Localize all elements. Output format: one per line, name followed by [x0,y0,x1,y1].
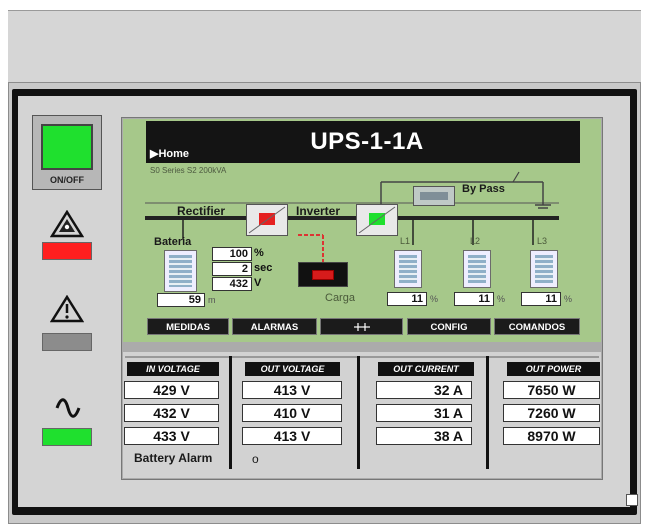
out-voltage-l1: 413 V [242,381,342,399]
diagram-icon [353,323,370,331]
battery-gauge [164,250,197,292]
battery-percent-unit: % [254,247,264,259]
on-off-button[interactable]: ON/OFF [32,115,102,190]
phase-l3-load-value: 11 [521,292,561,306]
rectifier-block[interactable] [246,204,288,236]
in-voltage-l2: 432 V [124,404,219,422]
load-label: Carga [325,292,355,304]
phase-l3-gauge [530,250,558,288]
battery-label: Bateria [154,236,192,248]
resize-handle[interactable] [626,494,638,506]
battery-alarm-indicator: o [252,452,259,466]
alarm-status-indicator [42,242,92,260]
battery-seconds-unit: sec [254,262,273,274]
out-power-l1: 7650 W [503,381,600,399]
rectifier-diagonal-icon [248,206,286,234]
out-power-l3: 8970 W [503,427,600,445]
out-voltage-l3: 413 V [242,427,342,445]
phase-l3-load-unit: % [564,294,573,304]
battery-minutes-unit: m [208,295,216,305]
battery-gauge-fill [169,255,192,287]
separator-1 [229,356,232,469]
menu-medidas-button[interactable]: MEDIDAS [147,318,229,335]
power-status-led [41,124,93,170]
out-power-header: OUT POWER [507,362,600,376]
out-power-l2: 7260 W [503,404,600,422]
battery-breaker-status [312,270,334,280]
menu-config-button[interactable]: CONFIG [407,318,491,335]
battery-voltage-unit: V [254,277,262,289]
device-title: UPS-1-1A [310,128,424,155]
out-current-l1: 32 A [376,381,472,399]
phase-l2-gauge [463,250,491,288]
in-voltage-header: IN VOLTAGE [127,362,219,376]
ac-sine-wave-icon [55,398,81,418]
battery-voltage-value: 432 [212,277,252,291]
bypass-switch[interactable] [413,186,455,206]
bypass-label: By Pass [462,183,505,195]
phase-l3-label: L3 [537,236,548,246]
out-current-l3: 38 A [376,427,472,445]
menu-diagram-button[interactable] [320,318,403,335]
phase-l1-gauge-fill [399,255,417,283]
phase-l1-label: L1 [400,236,411,246]
phase-l2-load-value: 11 [454,292,494,306]
battery-percent-value: 100 [212,247,252,261]
phase-l1-load-value: 11 [387,292,427,306]
menu-alarmas-button[interactable]: ALARMAS [232,318,317,335]
in-voltage-l1: 429 V [124,381,219,399]
phase-l1-load-unit: % [430,294,439,304]
out-current-l2: 31 A [376,404,472,422]
inverter-block[interactable] [356,204,398,236]
home-label: Home [158,148,190,160]
out-voltage-header: OUT VOLTAGE [245,362,340,376]
warning-status-indicator [42,333,92,351]
battery-seconds-value: 2 [212,262,252,276]
separator-2 [357,356,360,469]
inverter-label: Inverter [296,204,341,218]
out-voltage-l2: 410 V [242,404,342,422]
rectifier-label: Rectifier [177,204,226,218]
phase-l2-load-unit: % [497,294,506,304]
phase-l2-label: L2 [470,236,481,246]
phase-l1-gauge [394,250,422,288]
bypass-switch-bar [420,192,448,200]
warning-triangle-icon [50,295,84,323]
measurements-top-line [125,356,599,358]
on-off-label: ON/OFF [50,175,84,185]
battery-breaker[interactable] [298,262,348,287]
phase-l3-gauge-fill [535,255,553,283]
separator-3 [486,356,489,469]
out-current-header: OUT CURRENT [378,362,474,376]
ac-status-indicator [42,428,92,446]
inverter-diagonal-icon [358,206,396,234]
battery-alarm-label: Battery Alarm [134,451,213,465]
home-link[interactable]: ▶Home [150,147,189,160]
phase-l2-gauge-fill [468,255,486,283]
menu-comandos-button[interactable]: COMANDOS [494,318,580,335]
warning-triangle-icon [50,210,84,238]
window-top-bar [8,10,641,83]
battery-minutes-value: 59 [157,293,205,307]
in-voltage-l3: 433 V [124,427,219,445]
